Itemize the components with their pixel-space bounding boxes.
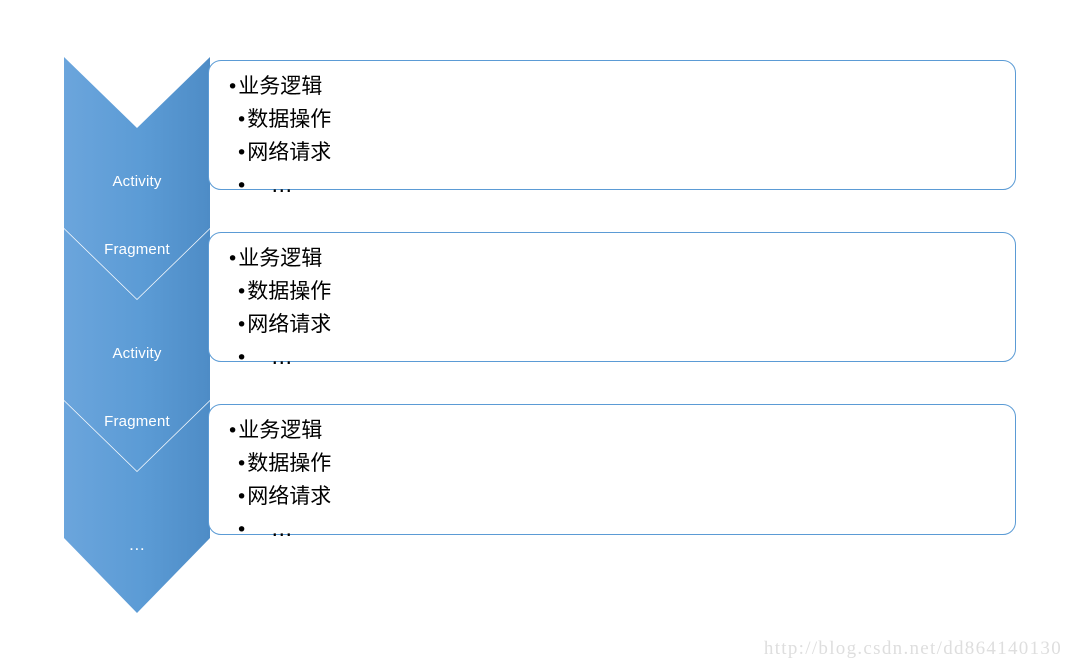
chevron-arrow-2-label-line-1: Activity <box>112 345 162 362</box>
list-item: • 数据操作 <box>209 103 1015 136</box>
list-item: • 业务逻辑 <box>209 414 1015 447</box>
chevron-arrow-3-shape <box>64 401 210 613</box>
responsibility-box-3: • 业务逻辑 • 数据操作 • 网络请求 • … <box>208 404 1016 541</box>
list-item: • … <box>209 513 1015 546</box>
chevron-arrow-1-label-line-2: Fragment <box>104 241 170 258</box>
list-item-label: 数据操作 <box>247 107 332 131</box>
list-item-label: 网络请求 <box>247 312 332 336</box>
responsibility-box-1: • 业务逻辑 • 数据操作 • 网络请求 • … <box>208 60 1016 197</box>
list-item: • … <box>209 169 1015 202</box>
bullet-marker-icon: • <box>236 486 248 508</box>
responsibility-box-2: • 业务逻辑 • 数据操作 • 网络请求 • … <box>208 232 1016 369</box>
chevron-arrow-1-shape <box>64 57 210 299</box>
list-item: • 业务逻辑 <box>209 242 1015 275</box>
watermark-text: http://blog.csdn.net/dd864140130 <box>763 638 1062 659</box>
list-item-label: … <box>271 173 293 197</box>
chevron-arrow-3-label-line-1: … <box>128 535 146 554</box>
list-item-label: 数据操作 <box>247 451 332 475</box>
bullet-marker-icon: • <box>227 76 239 98</box>
list-item: • 数据操作 <box>209 447 1015 480</box>
list-item: • 业务逻辑 <box>209 70 1015 103</box>
chevron-arrow-1-label-line-1: Activity <box>112 173 162 190</box>
bullet-marker-icon: • <box>227 248 239 270</box>
chevron-arrow-2-label: Activity Fragment <box>64 303 210 473</box>
list-item: • … <box>209 341 1015 374</box>
chevron-arrow-1-label: Activity Fragment <box>64 131 210 301</box>
list-item-label: 数据操作 <box>247 279 332 303</box>
list-item-label: 业务逻辑 <box>238 418 323 442</box>
list-item-label: 业务逻辑 <box>238 74 323 98</box>
list-item-label: … <box>271 345 293 369</box>
list-item: • 网络请求 <box>209 136 1015 169</box>
list-item: • 数据操作 <box>209 275 1015 308</box>
responsibility-box-2-list: • 业务逻辑 • 数据操作 • 网络请求 • … <box>209 242 1015 374</box>
bullet-marker-icon: • <box>236 453 248 475</box>
list-item-label: 业务逻辑 <box>238 246 323 270</box>
bullet-marker-icon: • <box>236 281 248 303</box>
chevron-arrow-3-label: … <box>64 494 210 596</box>
bullet-marker-icon: • <box>236 314 248 336</box>
list-item-label: 网络请求 <box>247 140 332 164</box>
bullet-marker-icon: • <box>236 347 248 369</box>
responsibility-box-3-list: • 业务逻辑 • 数据操作 • 网络请求 • … <box>209 414 1015 546</box>
bullet-marker-icon: • <box>236 142 248 164</box>
responsibility-box-1-list: • 业务逻辑 • 数据操作 • 网络请求 • … <box>209 70 1015 202</box>
list-item-label: … <box>271 517 293 541</box>
chevron-arrow-2-shape <box>64 229 210 471</box>
bullet-marker-icon: • <box>227 420 239 442</box>
bullet-marker-icon: • <box>236 109 248 131</box>
list-item: • 网络请求 <box>209 480 1015 513</box>
bullet-marker-icon: • <box>236 175 248 197</box>
diagram-canvas: Activity Fragment Activity Fragment … • … <box>0 0 1074 672</box>
chevron-arrow-2-label-line-2: Fragment <box>104 413 170 430</box>
list-item: • 网络请求 <box>209 308 1015 341</box>
bullet-marker-icon: • <box>236 519 248 541</box>
list-item-label: 网络请求 <box>247 484 332 508</box>
